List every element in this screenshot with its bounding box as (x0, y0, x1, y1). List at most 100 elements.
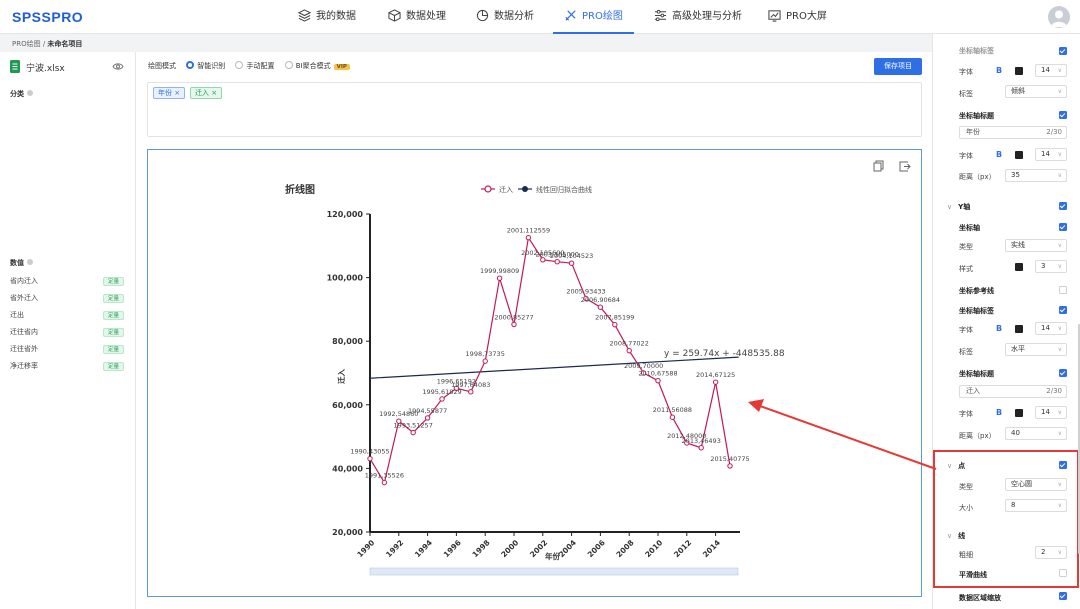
mode-radio-smart[interactable] (186, 61, 195, 69)
bold-toggle[interactable]: B (996, 66, 1002, 75)
point-checkbox[interactable] (1059, 461, 1067, 469)
bold-toggle[interactable]: B (996, 408, 1002, 417)
user-avatar[interactable] (1048, 6, 1070, 28)
data-point[interactable] (439, 396, 445, 402)
copy-icon[interactable] (873, 160, 884, 172)
app-logo[interactable]: SPSSPRO (12, 9, 83, 25)
remove-chip-icon[interactable]: × (174, 89, 180, 97)
variable-item[interactable]: 迁往省外 定量 (10, 344, 126, 356)
eye-icon[interactable] (112, 62, 124, 71)
data-point[interactable] (496, 275, 503, 281)
char-count: 2/30 (1046, 387, 1062, 395)
line-color-swatch[interactable] (1015, 263, 1023, 271)
data-point[interactable] (410, 429, 416, 436)
font-color-swatch[interactable] (1015, 325, 1023, 333)
data-point[interactable] (655, 377, 661, 384)
y-field-chip[interactable]: 迁入 × (190, 87, 223, 99)
font-color-swatch[interactable] (1015, 151, 1023, 159)
reference-line-checkbox[interactable] (1059, 286, 1067, 294)
nav-data-analysis[interactable]: 数据分析 (476, 0, 534, 34)
x-field-chip[interactable]: 年份 × (153, 87, 186, 99)
point-size-select[interactable]: 8 (1005, 499, 1067, 512)
axis-line-checkbox[interactable] (1059, 223, 1067, 231)
data-point[interactable] (597, 304, 604, 310)
mode-bi-label[interactable]: BI聚合模式 (296, 62, 331, 70)
bold-toggle[interactable]: B (996, 324, 1002, 333)
line-width-select[interactable]: 3 (1035, 260, 1067, 273)
style-settings-panel: 坐标轴标签 字体 B 14 标签 倾斜 坐标轴标题 年份2/30 字体 B 14… (932, 34, 1080, 609)
x-tick-label: 2006 (586, 538, 607, 559)
font-size-select[interactable]: 14 (1035, 148, 1067, 161)
font-color-swatch[interactable] (1015, 67, 1023, 75)
mode-manual-label[interactable]: 手动配置 (246, 62, 274, 70)
data-point[interactable] (698, 445, 704, 451)
y-axis-checkbox[interactable] (1059, 202, 1067, 210)
pie-chart-icon (476, 9, 489, 22)
nav-my-data[interactable]: 我的数据 (298, 0, 356, 34)
breadcrumb-root[interactable]: PRO绘图 (12, 40, 41, 48)
data-point[interactable] (468, 389, 474, 395)
data-zoom-slider[interactable] (369, 567, 739, 576)
data-point[interactable] (381, 479, 388, 486)
mode-radio-manual[interactable] (235, 61, 244, 69)
x-tick-label: 1998 (470, 538, 491, 559)
label-angle-select[interactable]: 水平 (1005, 343, 1067, 356)
variable-item[interactable]: 净迁移率 定量 (10, 361, 126, 373)
smooth-curve-checkbox[interactable] (1059, 569, 1067, 577)
font-size-select[interactable]: 14 (1035, 64, 1067, 77)
variable-item[interactable]: 省内迁入 定量 (10, 276, 126, 288)
x-axis-title-input[interactable]: 年份 2/30 (959, 126, 1067, 139)
data-zoom-checkbox[interactable] (1059, 592, 1067, 600)
data-point[interactable] (367, 455, 373, 462)
font-size-select[interactable]: 14 (1035, 322, 1067, 335)
data-point[interactable] (525, 234, 532, 241)
nav-advanced-analysis[interactable]: 高级处理与分析 (654, 0, 742, 34)
file-row[interactable]: 宁波.xlsx (10, 60, 130, 74)
y-axis-title-input[interactable]: 迁入 2/30 (959, 385, 1067, 398)
data-point[interactable] (424, 415, 431, 421)
data-label: 2013,46493 (682, 437, 721, 445)
line-section[interactable]: 线 (947, 531, 965, 541)
point-type-select[interactable]: 空心圆 (1005, 478, 1067, 491)
nav-pro-draw[interactable]: PRO绘图 (553, 0, 634, 34)
y-axis-section[interactable]: Y轴 (947, 202, 970, 212)
axis-title-checkbox[interactable] (1059, 369, 1067, 377)
legend-item-series[interactable]: 迁入 (481, 185, 513, 194)
remove-chip-icon[interactable]: × (211, 89, 217, 97)
data-point[interactable] (612, 321, 618, 328)
nav-data-processing[interactable]: 数据处理 (388, 0, 446, 34)
legend-item-fit[interactable]: 线性回归拟合曲线 (518, 185, 592, 194)
mode-radio-bi[interactable] (284, 61, 293, 69)
data-point[interactable] (669, 414, 676, 420)
variable-item[interactable]: 迁出 定量 (10, 310, 126, 322)
axis-title-checkbox[interactable] (1059, 111, 1067, 119)
y-tick-label: 120,000 (327, 210, 364, 219)
data-point[interactable] (626, 347, 632, 354)
line-thickness-select[interactable]: 2 (1035, 546, 1067, 559)
data-point[interactable] (727, 463, 733, 469)
data-point[interactable] (568, 260, 575, 266)
save-project-button[interactable]: 保存项目 (874, 58, 922, 75)
line-type-select[interactable]: 实线 (1005, 239, 1067, 252)
variable-item[interactable]: 迁往省内 定量 (10, 327, 126, 339)
distance-select[interactable]: 35 (1005, 169, 1067, 182)
bold-toggle[interactable]: B (996, 150, 1002, 159)
variable-item[interactable]: 省外迁入 定量 (10, 293, 126, 305)
label-angle-select[interactable]: 倾斜 (1005, 85, 1067, 98)
export-icon[interactable] (899, 161, 911, 172)
point-section[interactable]: 点 (947, 461, 965, 471)
distance-select[interactable]: 40 (1005, 427, 1067, 440)
data-point[interactable] (511, 321, 517, 328)
font-size-select[interactable]: 14 (1035, 406, 1067, 419)
data-point[interactable] (712, 379, 719, 385)
mode-smart-label[interactable]: 智能识别 (197, 62, 225, 70)
data-point[interactable] (482, 358, 488, 364)
axis-label-checkbox[interactable] (1059, 306, 1067, 314)
axis-label-checkbox[interactable] (1059, 47, 1067, 55)
vip-badge: VIP (333, 64, 350, 70)
info-dot-icon (27, 259, 33, 265)
legend: 迁入 线性回归拟合曲线 (481, 185, 592, 194)
font-color-swatch[interactable] (1015, 409, 1023, 417)
nav-pro-dashboard[interactable]: PRO大屏 (768, 0, 827, 34)
field-drop-zone[interactable]: 年份 × 迁入 × (147, 82, 922, 137)
